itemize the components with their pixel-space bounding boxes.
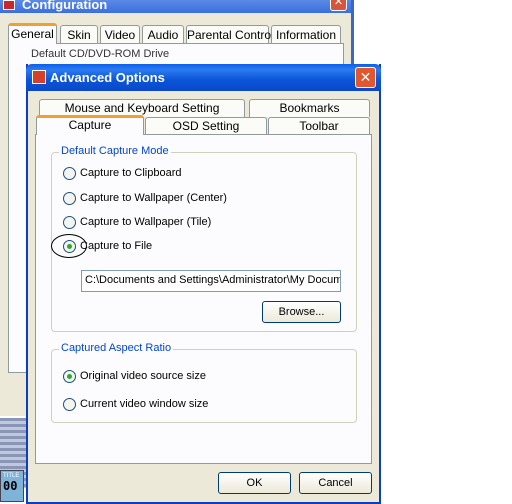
configuration-title: Configuration — [22, 0, 108, 12]
default-drive-label: Default CD/DVD-ROM Drive — [31, 48, 170, 60]
configuration-close-button[interactable]: ✕ — [330, 0, 347, 11]
tab-audio[interactable]: Audio — [142, 25, 184, 44]
capture-mode-group: Default Capture Mode Capture to Clipboar… — [51, 145, 357, 332]
radio-label: Capture to Clipboard — [80, 167, 182, 179]
capture-path-field[interactable]: C:\Documents and Settings\Administrator\… — [81, 270, 341, 292]
radio-label: Capture to Wallpaper (Center) — [80, 192, 227, 204]
tab-toolbar[interactable]: Toolbar — [268, 117, 370, 135]
tab-osd-setting[interactable]: OSD Setting — [145, 117, 267, 135]
browse-button[interactable]: Browse... — [262, 301, 341, 323]
radio-label: Current video window size — [80, 398, 209, 410]
aspect-ratio-legend: Captured Aspect Ratio — [59, 342, 174, 354]
radio-button[interactable] — [63, 240, 76, 253]
tab-skin[interactable]: Skin — [60, 25, 98, 44]
dialog-close-button[interactable]: ✕ — [355, 67, 376, 88]
aspect-ratio-group: Captured Aspect Ratio Original video sou… — [51, 342, 357, 423]
radio-button[interactable] — [63, 192, 76, 205]
radio-button[interactable] — [63, 370, 76, 383]
capture-panel: Default Capture Mode Capture to Clipboar… — [35, 134, 372, 464]
title-counter: TITLE 00 — [0, 470, 24, 502]
app-icon — [32, 70, 46, 84]
ok-button[interactable]: OK — [218, 472, 291, 494]
tab-information[interactable]: Information — [271, 25, 341, 44]
dialog-title-bar[interactable]: Advanced Options ✕ — [26, 64, 381, 91]
tab-video[interactable]: Video — [100, 25, 140, 44]
app-icon — [3, 0, 15, 10]
advanced-options-dialog: Advanced Options ✕ Mouse and Keyboard Se… — [26, 64, 381, 504]
configuration-title-bar[interactable]: Configuration ✕ — [0, 0, 351, 13]
radio-label: Capture to Wallpaper (Tile) — [80, 216, 212, 228]
cancel-button[interactable]: Cancel — [299, 472, 372, 494]
tab-bookmarks[interactable]: Bookmarks — [249, 99, 370, 117]
tab-general[interactable]: General — [8, 23, 57, 44]
tab-capture[interactable]: Capture — [36, 115, 144, 135]
tab-parental-control[interactable]: Parental Control — [186, 25, 274, 44]
dialog-title: Advanced Options — [50, 70, 165, 85]
radio-button[interactable] — [63, 167, 76, 180]
radio-button[interactable] — [63, 398, 76, 411]
capture-mode-legend: Default Capture Mode — [59, 145, 171, 157]
radio-label: Capture to File — [80, 240, 153, 252]
title-counter-value: 00 — [3, 479, 18, 493]
radio-label: Original video source size — [80, 370, 206, 382]
radio-button[interactable] — [63, 216, 76, 229]
